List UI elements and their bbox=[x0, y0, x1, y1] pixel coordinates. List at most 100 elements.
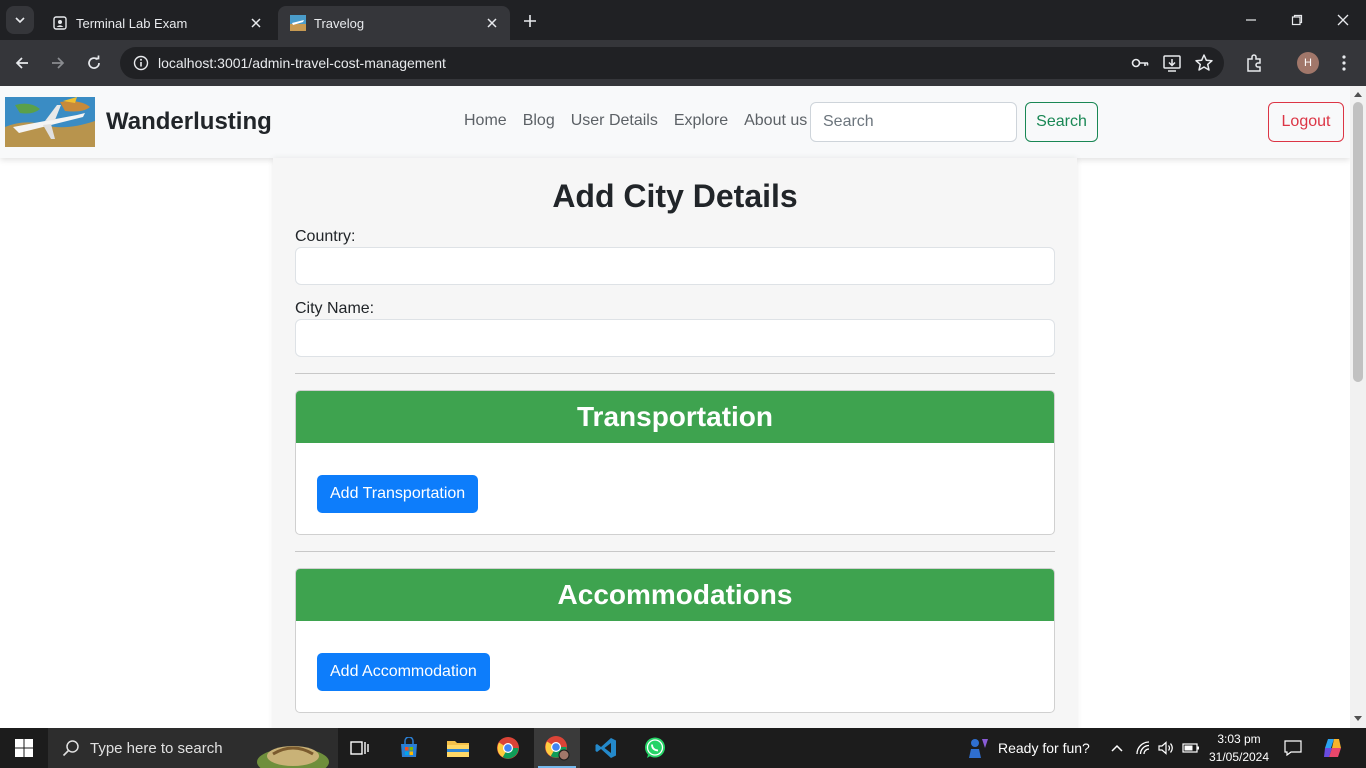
page-title: Add City Details bbox=[552, 178, 798, 214]
search-icon bbox=[62, 740, 79, 757]
volume-speaker-icon[interactable] bbox=[1158, 728, 1174, 768]
add-transportation-button[interactable]: Add Transportation bbox=[317, 475, 479, 513]
browser-tab-strip: Terminal Lab Exam Travelog bbox=[0, 0, 1366, 40]
tab-terminal-lab-exam[interactable]: Terminal Lab Exam bbox=[40, 6, 274, 40]
back-button[interactable] bbox=[8, 49, 36, 77]
new-tab-button[interactable] bbox=[518, 9, 542, 33]
nav-link-user-details[interactable]: User Details bbox=[563, 112, 666, 130]
start-button[interactable] bbox=[0, 728, 48, 768]
logout-button[interactable]: Logout bbox=[1268, 102, 1344, 142]
tab-title: Travelog bbox=[314, 15, 365, 31]
tray-overflow-chevron-up-icon[interactable] bbox=[1110, 728, 1124, 768]
nav-link-home[interactable]: Home bbox=[456, 112, 515, 130]
weather-widget[interactable]: Ready for fun? bbox=[966, 728, 1090, 768]
task-view-icon bbox=[350, 741, 369, 755]
address-bar[interactable]: localhost:3001/admin-travel-cost-managem… bbox=[120, 47, 1224, 79]
close-window-button[interactable] bbox=[1320, 0, 1366, 40]
transportation-heading: Transportation bbox=[296, 391, 1054, 443]
whatsapp-icon bbox=[645, 737, 665, 758]
site-search-button[interactable]: Search bbox=[1025, 102, 1098, 142]
accommodations-section: Accommodations Add Accommodation bbox=[295, 568, 1055, 713]
taskbar-file-explorer[interactable] bbox=[435, 728, 481, 768]
divider bbox=[295, 551, 1055, 552]
country-input[interactable] bbox=[295, 247, 1055, 285]
close-icon bbox=[1337, 14, 1349, 26]
chrome-icon bbox=[497, 737, 519, 759]
country-label: Country: bbox=[295, 228, 356, 245]
tab-travelog[interactable]: Travelog bbox=[278, 6, 510, 40]
tab-favicon-icon bbox=[290, 15, 306, 31]
network-wifi-icon[interactable] bbox=[1136, 728, 1152, 768]
site-search-input[interactable] bbox=[810, 102, 1017, 142]
microsoft-store-icon bbox=[401, 737, 417, 757]
game-character-icon bbox=[969, 739, 988, 758]
taskbar-clock[interactable]: 3:03 pm 31/05/2024 bbox=[1206, 730, 1272, 766]
reload-icon bbox=[88, 55, 100, 69]
page-scrollbar[interactable] bbox=[1350, 86, 1366, 728]
site-brand[interactable]: Wanderlusting bbox=[106, 108, 272, 136]
restore-button[interactable] bbox=[1274, 0, 1320, 40]
url-path: :3001/admin-travel-cost-management bbox=[213, 55, 446, 71]
nav-link-about-us[interactable]: About us bbox=[736, 112, 815, 130]
clock-date: 31/05/2024 bbox=[1208, 750, 1270, 764]
chrome-profile-icon bbox=[545, 736, 570, 761]
taskbar-vscode[interactable] bbox=[583, 728, 629, 768]
tab-favicon-icon bbox=[52, 15, 68, 31]
install-app-icon[interactable] bbox=[1160, 51, 1184, 75]
extensions-puzzle-icon[interactable] bbox=[1242, 51, 1266, 75]
site-navbar: Wanderlusting Home Blog User Details Exp… bbox=[0, 86, 1350, 158]
minimize-button[interactable] bbox=[1228, 0, 1274, 40]
transportation-section: Transportation Add Transportation bbox=[295, 390, 1055, 535]
bookmark-star-icon[interactable] bbox=[1192, 51, 1216, 75]
site-logo[interactable] bbox=[5, 97, 95, 147]
city-name-input[interactable] bbox=[295, 319, 1055, 357]
city-name-label: City Name: bbox=[295, 300, 375, 317]
weather-text: Ready for fun? bbox=[998, 740, 1090, 756]
battery-icon[interactable] bbox=[1182, 728, 1200, 768]
accommodations-heading: Accommodations bbox=[296, 569, 1054, 621]
scroll-up-arrow-icon[interactable] bbox=[1353, 89, 1363, 99]
add-accommodation-button[interactable]: Add Accommodation bbox=[317, 653, 490, 691]
search-highlight-image bbox=[257, 746, 329, 768]
taskbar-store-app[interactable] bbox=[386, 728, 432, 768]
airplane-logo-image bbox=[5, 97, 95, 147]
vscode-icon bbox=[595, 738, 616, 758]
site-nav-links: Home Blog User Details Explore About us bbox=[456, 112, 815, 130]
password-key-icon[interactable] bbox=[1128, 51, 1152, 75]
scroll-down-arrow-icon[interactable] bbox=[1353, 714, 1363, 724]
chevron-down-icon bbox=[15, 17, 25, 24]
url-host: localhost bbox=[158, 55, 214, 71]
close-tab-icon[interactable] bbox=[248, 15, 264, 31]
divider bbox=[295, 373, 1055, 374]
taskbar-chrome-profile[interactable] bbox=[534, 728, 580, 768]
restore-icon bbox=[1291, 14, 1303, 26]
notification-center-icon[interactable] bbox=[1284, 728, 1302, 768]
browser-menu-icon[interactable] bbox=[1332, 51, 1356, 75]
folder-icon bbox=[447, 741, 469, 757]
scrollbar-thumb[interactable] bbox=[1353, 102, 1363, 382]
add-city-form: Add City Details Country: City Name: Tra… bbox=[273, 158, 1077, 728]
tab-search-button[interactable] bbox=[6, 6, 34, 34]
taskbar-search-box[interactable]: Type here to search bbox=[48, 728, 338, 768]
clock-time: 3:03 pm bbox=[1217, 732, 1261, 746]
taskbar-search-placeholder: Type here to search bbox=[90, 739, 223, 757]
task-view-button[interactable] bbox=[337, 728, 383, 768]
forward-button[interactable] bbox=[44, 49, 72, 77]
nav-link-blog[interactable]: Blog bbox=[515, 112, 563, 130]
taskbar-chrome[interactable] bbox=[485, 728, 531, 768]
copilot-icon[interactable] bbox=[1322, 728, 1344, 768]
windows-taskbar: Type here to search Ready for fun? 3:03 … bbox=[0, 728, 1366, 768]
url-text: localhost:3001/admin-travel-cost-managem… bbox=[158, 55, 446, 71]
close-tab-icon[interactable] bbox=[484, 15, 500, 31]
page-viewport: Wanderlusting Home Blog User Details Exp… bbox=[0, 86, 1350, 728]
arrow-left-icon bbox=[15, 57, 28, 69]
browser-toolbar: localhost:3001/admin-travel-cost-managem… bbox=[0, 40, 1366, 86]
taskbar-whatsapp[interactable] bbox=[632, 728, 678, 768]
windows-logo-icon bbox=[15, 739, 33, 757]
site-info-icon[interactable] bbox=[124, 55, 158, 71]
tab-title: Terminal Lab Exam bbox=[76, 15, 188, 31]
nav-link-explore[interactable]: Explore bbox=[666, 112, 736, 130]
reload-button[interactable] bbox=[80, 49, 108, 77]
profile-avatar[interactable]: H bbox=[1297, 52, 1319, 74]
plus-icon bbox=[524, 15, 536, 27]
